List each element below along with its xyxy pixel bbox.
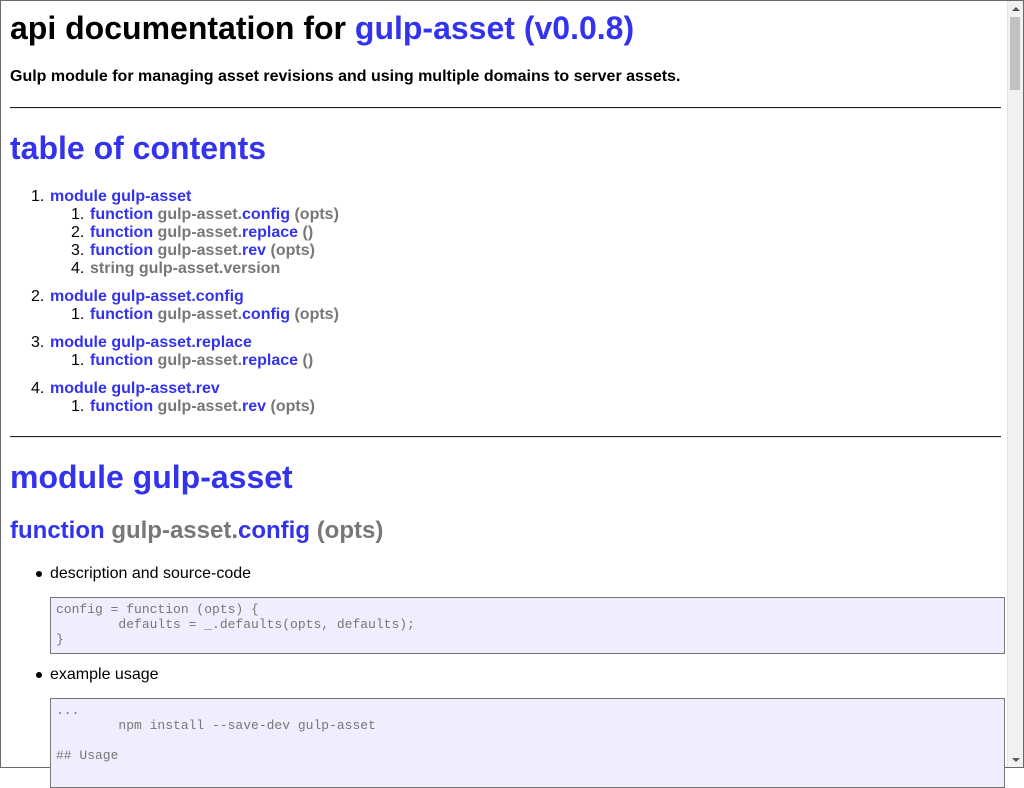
toc-prefix: gulp-asset. [138,260,224,277]
toc-number: 1. [71,398,85,415]
package-description: Gulp module for managing asset revisions… [10,68,681,85]
scroll-down-arrow-icon[interactable] [1008,752,1023,767]
toc-function-link[interactable]: function gulp-asset.config (opts) [90,306,339,324]
toc-name: replace [242,352,299,369]
toc-number: 4. [71,260,85,277]
toc-name: config [242,206,291,223]
toc-item: 1. function gulp-asset.replace () [10,352,1001,370]
vertical-scrollbar[interactable] [1007,1,1023,767]
toc-number: 2. [71,224,85,241]
toc-string-entry: string gulp-asset.version [90,260,280,278]
toc-number: 1. [71,206,85,223]
scroll-thumb[interactable] [1010,17,1020,90]
toc-name: config [242,306,291,323]
toc-prefix: gulp-asset. [157,398,243,415]
toc-keyword: function [90,306,154,323]
source-code-block: config = function (opts) { defaults = _.… [50,597,1005,654]
toc-number: 1. [71,352,85,369]
toc-args: (opts) [294,306,339,323]
toc-function-link[interactable]: function gulp-asset.rev (opts) [90,242,315,260]
toc-module-link[interactable]: module gulp-asset [50,188,191,206]
toc-keyword: function [90,398,154,415]
function-args: (opts) [316,517,384,544]
toc-item: 1. function gulp-asset.config (opts) [10,306,1001,324]
toc-keyword: function [90,352,154,369]
function-heading: function gulp-asset.config (opts) [10,516,383,546]
toc-heading: table of contents [10,130,267,166]
toc-item: 2. function gulp-asset.replace () [10,224,1001,242]
toc-name: rev [242,242,267,259]
toc-args: () [302,224,314,241]
toc-keyword: function [90,224,154,241]
toc-item: 1. function gulp-asset.rev (opts) [10,398,1001,416]
toc-keyword: string [90,260,135,277]
package-link[interactable]: gulp-asset (v0.0.8) [355,10,634,46]
toc-name: version [223,260,281,277]
toc-item: 4. string gulp-asset.version [10,260,1001,278]
scroll-up-arrow-icon[interactable] [1008,1,1023,16]
toc-item: 1. function gulp-asset.config (opts) [10,206,1001,224]
toc-number: 2. [31,288,45,305]
toc-args: () [302,352,314,369]
function-name: config [238,517,311,544]
toc-module-link[interactable]: module gulp-asset.config [50,288,244,306]
toc-module-link[interactable]: module gulp-asset.rev [50,380,220,398]
toc-prefix: gulp-asset. [157,306,243,323]
divider [10,436,1001,438]
bullet-description: description and source-code [35,565,252,582]
toc-function-link[interactable]: function gulp-asset.replace () [90,224,313,242]
toc-prefix: gulp-asset. [157,206,243,223]
toc-item: 3. function gulp-asset.rev (opts) [10,242,1001,260]
page: { "header": { "title_prefix": "api docum… [0,0,1024,788]
toc-number: 1. [31,188,45,205]
toc-number: 3. [71,242,85,259]
toc-function-link[interactable]: function gulp-asset.replace () [90,352,313,370]
toc-name: replace [242,224,299,241]
module-heading: module gulp-asset [10,459,293,495]
toc-keyword: function [90,242,154,259]
example-code-block: ... npm install --save-dev gulp-asset ##… [50,698,1005,788]
toc-number: 4. [31,380,45,397]
page-title-prefix: api documentation for [10,10,355,46]
toc-module-link[interactable]: module gulp-asset.replace [50,334,252,352]
toc-function-link[interactable]: function gulp-asset.rev (opts) [90,398,315,416]
toc-prefix: gulp-asset. [157,242,243,259]
function-keyword: function [10,517,105,544]
toc-number: 1. [71,306,85,323]
toc-name: rev [242,398,267,415]
toc-prefix: gulp-asset. [157,224,243,241]
toc-args: (opts) [294,206,339,223]
toc-prefix: gulp-asset. [157,352,243,369]
toc-number: 3. [31,334,45,351]
toc-args: (opts) [270,242,315,259]
toc-keyword: function [90,206,154,223]
toc-function-link[interactable]: function gulp-asset.config (opts) [90,206,339,224]
bullet-example-usage: example usage [36,666,159,683]
page-title: api documentation for gulp-asset (v0.0.8… [10,10,634,46]
toc-args: (opts) [270,398,315,415]
divider [10,107,1001,109]
function-prefix: gulp-asset. [111,517,239,544]
